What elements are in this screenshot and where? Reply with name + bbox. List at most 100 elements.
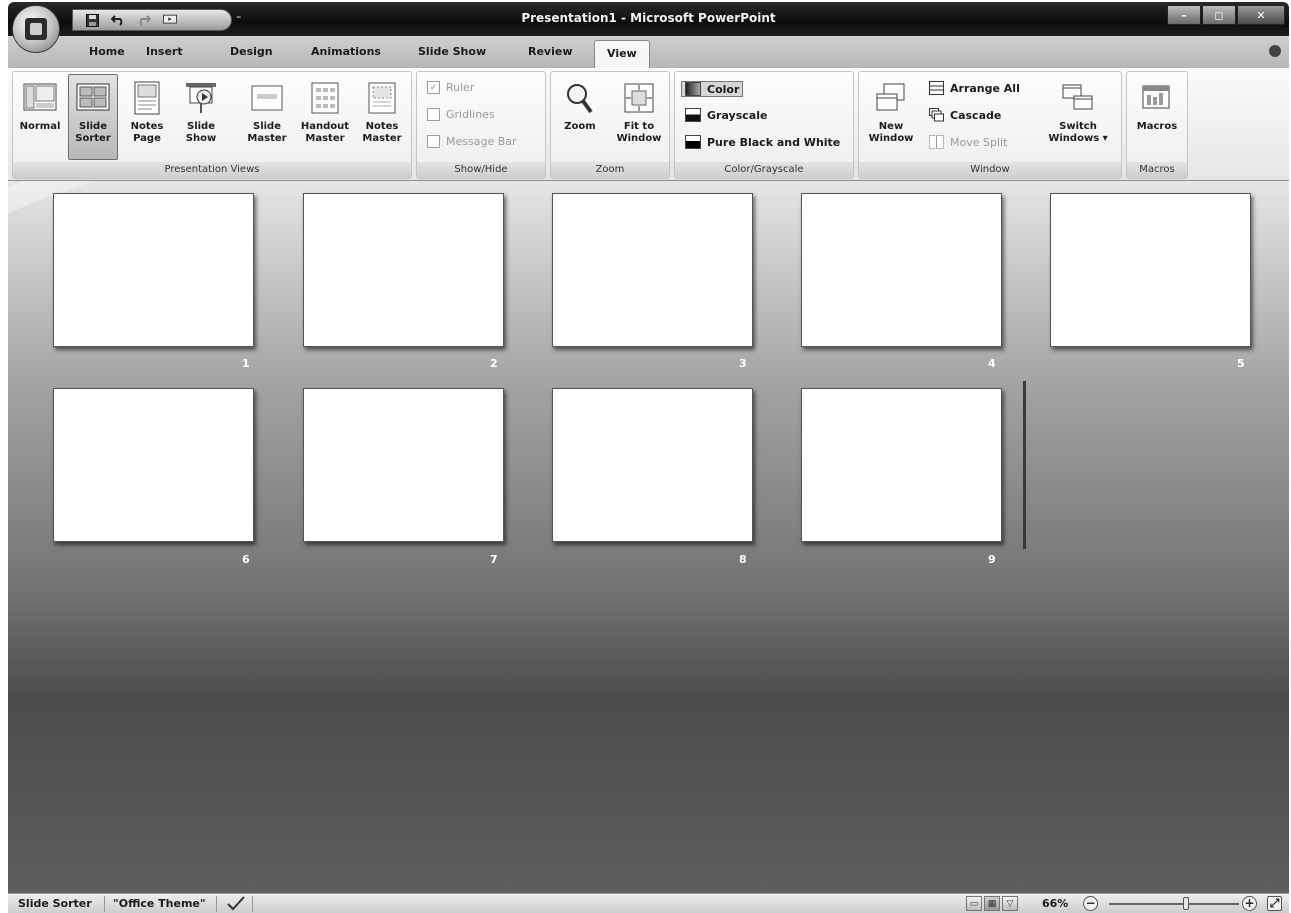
tab-home[interactable]: Home: [89, 45, 125, 58]
normal-label: Normal: [19, 121, 61, 132]
slide-thumbnail[interactable]: [303, 193, 504, 347]
tab-view[interactable]: View: [594, 40, 650, 69]
notes-master-label: Notes Master: [362, 121, 402, 144]
slide-number: 5: [1237, 357, 1245, 370]
slide-number: 7: [490, 553, 498, 566]
magnifier-icon: [562, 79, 598, 117]
grayscale-label: Grayscale: [707, 108, 768, 122]
handout-master-button[interactable]: Handout Master: [297, 74, 353, 160]
fit-to-window-button[interactable]: Fit to Window: [611, 74, 667, 160]
normal-view-shortcut-icon[interactable]: ▭: [966, 896, 982, 911]
zoom-in-button[interactable]: +: [1242, 896, 1257, 911]
macros-button[interactable]: Macros: [1131, 74, 1183, 160]
notes-page-button[interactable]: Notes Page: [122, 74, 172, 160]
group-label-zoom: Zoom: [551, 162, 669, 178]
fit-to-window-icon: [621, 79, 657, 117]
group-label-window: Window: [859, 162, 1121, 178]
message-bar-checkbox[interactable]: Message Bar: [427, 135, 517, 148]
notes-master-button[interactable]: Notes Master: [357, 74, 407, 160]
notes-page-icon: [129, 79, 165, 117]
tab-design[interactable]: Design: [230, 45, 273, 58]
fit-slide-button[interactable]: ⤢: [1267, 896, 1282, 911]
spell-check-icon[interactable]: [226, 895, 246, 913]
cascade-label: Cascade: [950, 108, 1002, 122]
tab-review[interactable]: Review: [528, 45, 573, 58]
arrange-all-button[interactable]: Arrange All: [929, 81, 1020, 95]
status-divider: [216, 896, 217, 912]
zoom-slider-thumb[interactable]: [1183, 897, 1189, 910]
slide-sorter-pane[interactable]: 1 2 3 4 5 6 7 8 9: [8, 181, 1289, 893]
status-divider: [104, 896, 105, 912]
slide-sorter-button[interactable]: Slide Sorter: [68, 74, 118, 160]
zoom-percentage[interactable]: 66%: [1042, 897, 1068, 910]
slide-number: 4: [988, 357, 996, 370]
grayscale-button[interactable]: Grayscale: [685, 108, 767, 122]
zoom-out-button[interactable]: −: [1083, 896, 1098, 911]
slide-thumbnail[interactable]: [1050, 193, 1251, 347]
switch-windows-button[interactable]: Switch Windows ▾: [1045, 74, 1111, 160]
group-label-show-hide: Show/Hide: [417, 162, 545, 178]
pure-black-white-label: Pure Black and White: [707, 135, 841, 149]
slide-thumbnail[interactable]: [801, 193, 1002, 347]
window-title: Presentation1 - Microsoft PowerPoint: [521, 11, 776, 25]
group-zoom: Zoom Fit to Window Zoom: [550, 71, 670, 179]
title-bar: ⁼ Presentation1 - Microsoft PowerPoint –…: [8, 2, 1289, 36]
close-button[interactable]: ✕: [1237, 5, 1285, 25]
window-controls: – ◻ ✕: [1167, 5, 1285, 25]
zoom-button[interactable]: Zoom: [555, 74, 605, 160]
color-label: Color: [707, 82, 740, 96]
new-window-button[interactable]: New Window: [863, 74, 919, 160]
slide-sorter-icon: [75, 79, 111, 117]
tab-slide-show[interactable]: Slide Show: [418, 45, 486, 58]
handout-master-label: Handout Master: [300, 121, 350, 144]
status-theme-name[interactable]: "Office Theme": [113, 897, 206, 910]
new-window-icon: [873, 79, 909, 117]
switch-windows-icon: [1060, 79, 1096, 117]
slide-master-icon: [249, 79, 285, 117]
status-bar: Slide Sorter "Office Theme" ▭ ▦ ▽ 66% − …: [8, 893, 1289, 913]
macros-label: Macros: [1136, 121, 1178, 132]
maximize-button[interactable]: ◻: [1202, 5, 1236, 25]
gridlines-check-icon: [427, 108, 440, 121]
slide-thumbnail[interactable]: [801, 388, 1002, 542]
notes-master-icon: [364, 79, 400, 117]
handout-master-icon: [307, 79, 343, 117]
pure-black-white-button[interactable]: Pure Black and White: [685, 135, 840, 149]
cascade-button[interactable]: Cascade: [929, 108, 1001, 122]
slide-sorter-shortcut-icon[interactable]: ▦: [984, 896, 1000, 911]
minimize-button[interactable]: –: [1167, 5, 1201, 25]
slide-thumbnail[interactable]: [53, 388, 254, 542]
slide-master-button[interactable]: Slide Master: [242, 74, 292, 160]
slide-number: 2: [490, 357, 498, 370]
slide-thumbnail[interactable]: [303, 388, 504, 542]
slide-master-label: Slide Master: [247, 121, 287, 144]
tab-animations[interactable]: Animations: [311, 45, 381, 58]
slide-show-button[interactable]: Slide Show: [176, 74, 226, 160]
message-bar-check-icon: [427, 135, 440, 148]
slide-thumbnail[interactable]: [552, 388, 753, 542]
slide-thumbnail[interactable]: [53, 193, 254, 347]
fit-to-window-label: Fit to Window: [616, 121, 662, 144]
ruler-label: Ruler: [446, 81, 475, 94]
office-logo-icon: [25, 18, 47, 40]
zoom-label: Zoom: [564, 121, 596, 132]
color-swatch-icon: [685, 82, 701, 96]
status-divider: [252, 896, 253, 912]
zoom-slider[interactable]: [1109, 903, 1239, 905]
slide-thumbnail[interactable]: [552, 193, 753, 347]
help-icon[interactable]: [1269, 45, 1281, 57]
group-label-macros: Macros: [1127, 162, 1187, 178]
gridlines-label: Gridlines: [446, 108, 495, 121]
tab-insert[interactable]: Insert: [146, 45, 183, 58]
move-split-button[interactable]: Move Split: [929, 135, 1007, 149]
normal-view-icon: [22, 79, 58, 117]
office-button[interactable]: [12, 5, 60, 53]
color-button[interactable]: Color: [681, 81, 744, 97]
group-presentation-views: Normal Slide Sorter Notes Page Slide Show S…: [12, 71, 412, 179]
slideshow-shortcut-icon[interactable]: ▽: [1002, 896, 1018, 911]
switch-windows-label: Switch Windows ▾: [1048, 121, 1108, 144]
normal-view-button[interactable]: Normal: [15, 74, 65, 160]
ruler-checkbox[interactable]: ✓ Ruler: [427, 81, 474, 94]
status-view-name: Slide Sorter: [18, 897, 92, 910]
gridlines-checkbox[interactable]: Gridlines: [427, 108, 495, 121]
